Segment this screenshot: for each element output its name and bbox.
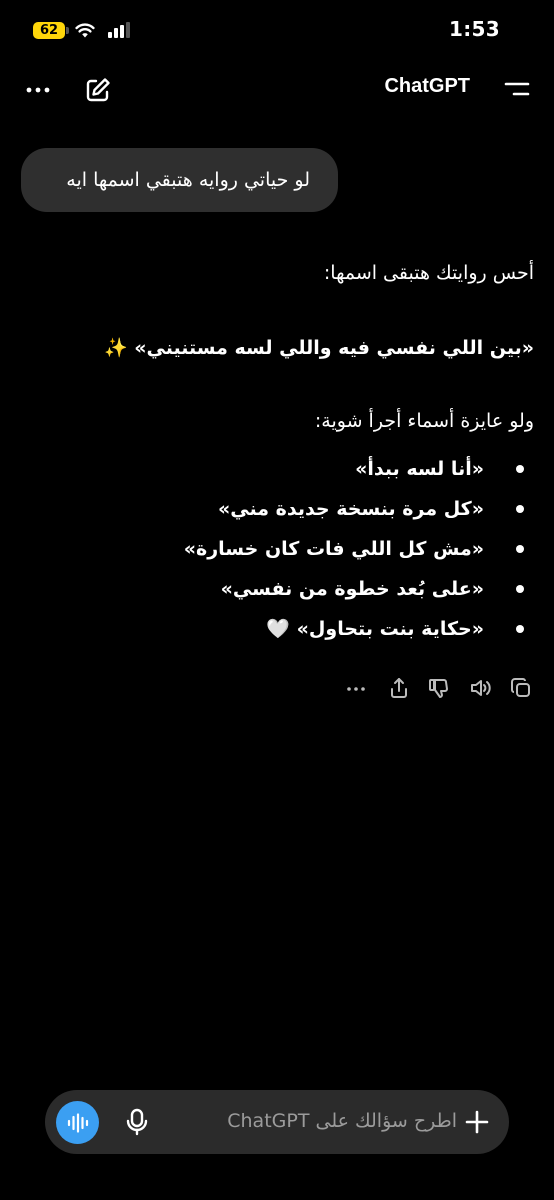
voice-mode-button[interactable] <box>56 1101 99 1144</box>
list-item: «حكاية بنت بتحاول» 🤍 <box>20 616 534 656</box>
list-item: «أنا لسه ببدأ» <box>20 456 534 496</box>
list-item: «كل مرة بنسخة جديدة مني» <box>20 496 534 536</box>
message-actions <box>0 674 554 702</box>
more-icon[interactable] <box>344 676 368 700</box>
clock: 1:53 <box>449 17 500 41</box>
list-item: «على بُعد خطوة من نفسي» <box>20 576 534 616</box>
new-chat-icon[interactable] <box>84 76 112 104</box>
menu-icon[interactable] <box>504 78 530 100</box>
waveform-icon <box>67 1112 88 1133</box>
alternatives-list: «أنا لسه ببدأ» «كل مرة بنسخة جديدة مني» … <box>20 456 534 656</box>
battery-level: 62 <box>39 23 59 38</box>
battery-indicator: 62 <box>33 22 65 39</box>
user-message-bubble: لو حياتي روايه هتبقي اسمها ايه <box>21 148 338 212</box>
more-options-icon[interactable] <box>24 78 52 102</box>
wifi-icon <box>75 23 95 38</box>
user-message-text: لو حياتي روايه هتبقي اسمها ايه <box>66 169 310 191</box>
battery-tip <box>66 27 69 34</box>
thumbs-down-icon[interactable] <box>427 676 451 700</box>
assistant-intro: أحس روايتك هتبقى اسمها: <box>323 262 534 284</box>
plus-icon[interactable] <box>463 1108 491 1136</box>
message-input[interactable] <box>173 1090 457 1154</box>
assistant-alternatives-intro: ولو عايزة أسماء أجرأ شوية: <box>314 410 534 432</box>
assistant-title-suggestion: «بين اللي نفسي فيه واللي لسه مستنيني» ✨ <box>104 337 534 359</box>
speaker-icon[interactable] <box>468 676 492 700</box>
app-header: ChatGPT <box>0 62 554 118</box>
share-icon[interactable] <box>387 676 411 700</box>
app-title[interactable]: ChatGPT <box>384 75 470 98</box>
composer <box>45 1090 509 1154</box>
list-item: «مش كل اللي فات كان خسارة» <box>20 536 534 576</box>
microphone-icon[interactable] <box>122 1107 152 1137</box>
status-bar: 62 1:53 <box>0 0 554 62</box>
copy-icon[interactable] <box>509 676 533 700</box>
cellular-signal-icon <box>108 22 130 38</box>
